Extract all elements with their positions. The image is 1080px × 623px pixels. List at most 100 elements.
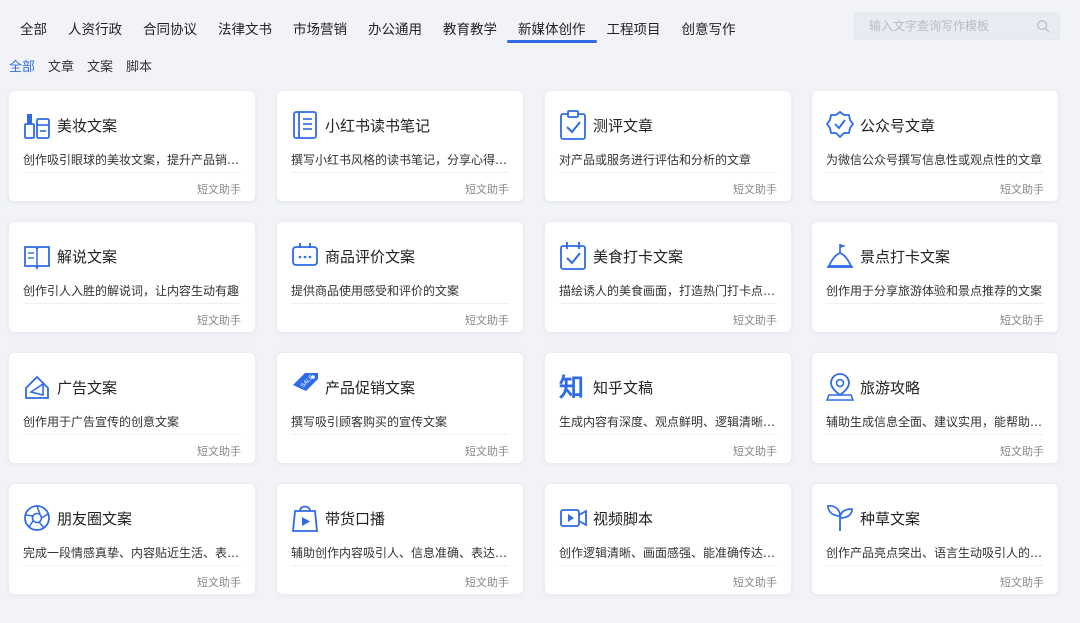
template-card[interactable]: 解说文案创作引人入胜的解说词，让内容生动有趣短文助手 [8,221,256,333]
template-card[interactable]: 知知乎文稿生成内容有深度、观点鲜明、逻辑清晰的文稿短文助手 [544,352,792,464]
tab-new-media[interactable]: 新媒体创作 [518,18,586,42]
card-tag: 短文助手 [1000,574,1044,590]
card-tag: 短文助手 [1000,443,1044,459]
card-divider [826,434,1044,435]
card-divider [826,565,1044,566]
video-camera-icon [559,502,587,534]
card-title: 产品促销文案 [325,377,415,398]
card-description: 创作用于分享旅游体验和景点推荐的文案 [826,282,1048,299]
tab-office[interactable]: 办公通用 [368,18,422,42]
template-card[interactable]: 视频脚本创作逻辑清晰、画面感强、能准确传达信息的脚本短文助手 [544,483,792,595]
card-divider [559,303,777,304]
tab-legal[interactable]: 法律文书 [218,18,272,42]
search-input[interactable] [855,13,1025,39]
card-title: 景点打卡文案 [860,246,950,267]
template-card[interactable]: 商品评价文案提供商品使用感受和评价的文案短文助手 [276,221,524,333]
card-title: 测评文章 [593,115,653,136]
card-description: 生成内容有深度、观点鲜明、逻辑清晰的文稿 [559,413,781,430]
card-description: 描绘诱人的美食画面，打造热门打卡点文案 [559,282,781,299]
top-nav-bar: 全部 人资行政 合同协议 法律文书 市场营销 办公通用 教育教学 新媒体创作 工… [0,0,1080,48]
card-divider [291,303,509,304]
card-description: 提供商品使用感受和评价的文案 [291,282,513,299]
template-card[interactable]: 旅游攻略辅助生成信息全面、建议实用，能帮助旅行者的攻略短文助手 [811,352,1059,464]
card-divider [291,434,509,435]
template-card[interactable]: 朋友圈文案完成一段情感真挚、内容贴近生活、表达自然的文案短文助手 [8,483,256,595]
subtab-all[interactable]: 全部 [9,56,35,75]
badge-check-icon [826,109,854,141]
card-description: 对产品或服务进行评估和分析的文章 [559,151,781,168]
map-pin-icon [826,371,854,403]
card-tag: 短文助手 [733,312,777,328]
card-title: 小红书读书笔记 [325,115,430,136]
card-tag: 短文助手 [733,443,777,459]
open-book-icon [23,240,51,272]
card-tag: 短文助手 [197,574,241,590]
card-description: 辅助创作内容吸引人、信息准确、表达流畅的口播 [291,544,513,561]
advert-icon [23,371,51,403]
card-divider [559,172,777,173]
card-tag: 短文助手 [465,574,509,590]
card-title: 旅游攻略 [860,377,920,398]
card-title: 带货口播 [325,508,385,529]
aperture-icon [23,502,51,534]
card-divider [559,565,777,566]
template-card[interactable]: 小红书读书笔记撰写小红书风格的读书笔记，分享心得与感悟短文助手 [276,90,524,202]
card-tag: 短文助手 [465,181,509,197]
template-card[interactable]: 带货口播辅助创作内容吸引人、信息准确、表达流畅的口播短文助手 [276,483,524,595]
template-card[interactable]: 测评文章对产品或服务进行评估和分析的文章短文助手 [544,90,792,202]
card-description: 创作引人入胜的解说词，让内容生动有趣 [23,282,245,299]
tab-creative-writing[interactable]: 创意写作 [682,18,736,42]
card-tag: 短文助手 [733,181,777,197]
tab-contracts[interactable]: 合同协议 [143,18,197,42]
search-icon[interactable] [1036,19,1050,33]
card-description: 辅助生成信息全面、建议实用，能帮助旅行者的攻略 [826,413,1048,430]
card-title: 视频脚本 [593,508,653,529]
tab-all[interactable]: 全部 [20,18,47,42]
card-title: 朋友圈文案 [57,508,132,529]
card-divider [826,172,1044,173]
subtab-script[interactable]: 脚本 [126,56,152,75]
calendar-check-icon [559,240,587,272]
template-card[interactable]: 公众号文章为微信公众号撰写信息性或观点性的文章短文助手 [811,90,1059,202]
tab-hr-admin[interactable]: 人资行政 [68,18,122,42]
card-tag: 短文助手 [1000,312,1044,328]
template-card[interactable]: 美妆文案创作吸引眼球的美妆文案，提升产品销售的文案短文助手 [8,90,256,202]
zhihu-icon: 知 [559,371,587,403]
tab-engineering[interactable]: 工程项目 [607,18,661,42]
card-description: 创作逻辑清晰、画面感强、能准确传达信息的脚本 [559,544,781,561]
card-title: 种草文案 [860,508,920,529]
clipboard-check-icon [559,109,587,141]
card-divider [23,434,241,435]
card-tag: 短文助手 [465,312,509,328]
template-card[interactable]: SALE产品促销文案撰写吸引顾客购买的宣传文案短文助手 [276,352,524,464]
card-description: 创作用于广告宣传的创意文案 [23,413,245,430]
card-title: 公众号文章 [860,115,935,136]
tab-marketing[interactable]: 市场营销 [293,18,347,42]
card-description: 创作产品亮点突出、语言生动吸引人的种草文案 [826,544,1048,561]
subtab-copywriting[interactable]: 文案 [87,56,113,75]
template-card[interactable]: 美食打卡文案描绘诱人的美食画面，打造热门打卡点文案短文助手 [544,221,792,333]
template-card[interactable]: 景点打卡文案创作用于分享旅游体验和景点推荐的文案短文助手 [811,221,1059,333]
card-divider [23,303,241,304]
subtab-article[interactable]: 文章 [48,56,74,75]
category-tabs: 全部 人资行政 合同协议 法律文书 市场营销 办公通用 教育教学 新媒体创作 工… [20,18,757,42]
template-card[interactable]: 种草文案创作产品亮点突出、语言生动吸引人的种草文案短文助手 [811,483,1059,595]
tab-education[interactable]: 教育教学 [443,18,497,42]
card-description: 撰写小红书风格的读书笔记，分享心得与感悟 [291,151,513,168]
cosmetics-icon [23,109,51,141]
card-tag: 短文助手 [733,574,777,590]
card-title: 解说文案 [57,246,117,267]
card-tag: 短文助手 [1000,181,1044,197]
card-description: 完成一段情感真挚、内容贴近生活、表达自然的文案 [23,544,245,561]
card-title: 广告文案 [57,377,117,398]
svg-text:知: 知 [559,373,584,402]
card-tag: 短文助手 [197,443,241,459]
card-divider [826,303,1044,304]
sprout-icon [826,502,854,534]
template-card[interactable]: 广告文案创作用于广告宣传的创意文案短文助手 [8,352,256,464]
card-title: 美妆文案 [57,115,117,136]
mountain-icon [826,240,854,272]
sale-tag-icon: SALE [291,371,319,403]
card-title: 商品评价文案 [325,246,415,267]
shopping-bag-icon [291,502,319,534]
